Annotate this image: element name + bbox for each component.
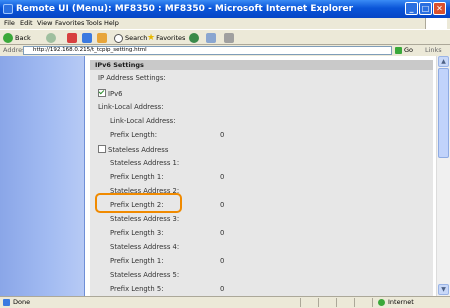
prefix-length-4-label: Prefix Length 1: [110, 257, 164, 265]
go-button[interactable]: Go [404, 45, 413, 56]
internet-zone-icon [378, 299, 385, 306]
star-icon: ★ [147, 33, 156, 43]
ipv6-checkbox[interactable] [98, 89, 106, 97]
stateless-address-checkbox[interactable] [98, 145, 106, 153]
prefix-length-label: Prefix Length: [110, 131, 158, 139]
status-text: Done [13, 298, 31, 306]
stateless-address-label: Stateless Address [108, 146, 169, 154]
prefix-length-3-value: 0 [220, 229, 225, 237]
search-icon [114, 33, 123, 43]
stop-button[interactable] [67, 32, 79, 44]
page-icon [3, 299, 10, 306]
menu-edit[interactable]: Edit [20, 18, 33, 29]
favorites-label: Favorites [156, 34, 186, 42]
prefix-length-1-value: 0 [220, 173, 225, 181]
window-title-bar: Remote UI (Menu): MF8350 : MF8350 - Micr… [0, 0, 450, 18]
security-zone: Internet [388, 298, 414, 306]
stateless-address-option: Stateless Address [98, 145, 168, 154]
print-icon [224, 33, 234, 43]
stateless-address-3-label: Stateless Address 3: [110, 215, 180, 223]
prefix-length-4-value: 0 [220, 257, 225, 265]
back-arrow-icon [3, 33, 13, 43]
stateless-address-highlight [95, 193, 182, 213]
prefix-length-5-label: Prefix Length 5: [110, 285, 164, 293]
page-viewport: IPv6 Settings IP Address Settings: IPv6 … [0, 56, 450, 296]
mail-button[interactable] [206, 32, 218, 44]
favorites-button[interactable]: ★Favorites [147, 32, 185, 44]
vertical-scrollbar[interactable]: ▲ ▼ [436, 56, 450, 296]
ipv6-settings-header: IPv6 Settings [90, 60, 433, 70]
close-button[interactable]: ✕ [433, 2, 446, 15]
window-title: Remote UI (Menu): MF8350 : MF8350 - Micr… [16, 4, 354, 14]
maximize-button[interactable]: □ [419, 2, 432, 15]
windows-logo [425, 18, 447, 29]
prefix-length-value: 0 [220, 131, 225, 139]
scroll-thumb[interactable] [438, 68, 449, 158]
search-button[interactable]: Search [114, 32, 147, 44]
settings-form: IP Address Settings: IPv6 Link-Local Add… [90, 70, 433, 296]
stateless-address-1-label: Stateless Address 1: [110, 159, 180, 167]
prefix-length-2-value: 0 [220, 201, 225, 209]
address-url: http://192.168.0.215/t_tcpip_setting.htm… [33, 47, 147, 53]
prefix-length-1-label: Prefix Length 1: [110, 173, 164, 181]
link-local-address-label: Link-Local Address: [110, 117, 176, 125]
ipv6-option: IPv6 [98, 89, 122, 98]
mail-icon [206, 33, 216, 43]
menu-favorites[interactable]: Favorites [55, 18, 84, 29]
toolbar: Back Search ★Favorites [0, 29, 450, 45]
menu-help[interactable]: Help [104, 18, 119, 29]
media-icon [189, 33, 199, 43]
refresh-button[interactable] [82, 32, 94, 44]
print-button[interactable] [224, 32, 236, 44]
ie-icon [3, 4, 13, 14]
refresh-icon [82, 33, 92, 43]
menu-tools[interactable]: Tools [86, 18, 102, 29]
stateless-address-4-label: Stateless Address 4: [110, 243, 180, 251]
forward-button[interactable] [46, 32, 58, 44]
link-local-section-label: Link-Local Address: [98, 103, 164, 111]
links-button[interactable]: Links [425, 45, 442, 56]
menu-view[interactable]: View [37, 18, 52, 29]
media-button[interactable] [189, 32, 201, 44]
home-icon [97, 33, 107, 43]
forward-arrow-icon [46, 33, 56, 43]
scroll-down-button[interactable]: ▼ [438, 284, 449, 295]
status-bar: Done Internet [0, 296, 450, 308]
ip-address-settings-label: IP Address Settings: [98, 74, 166, 82]
go-arrow-icon [395, 47, 402, 54]
menu-file[interactable]: File [4, 18, 15, 29]
back-button[interactable]: Back [3, 32, 31, 44]
search-label: Search [125, 34, 148, 42]
home-button[interactable] [97, 32, 109, 44]
menu-bar: File Edit View Favorites Tools Help [0, 18, 450, 29]
prefix-length-3-label: Prefix Length 3: [110, 229, 164, 237]
stateless-address-5-label: Stateless Address 5: [110, 271, 180, 279]
settings-content: IPv6 Settings IP Address Settings: IPv6 … [86, 56, 436, 296]
prefix-length-5-value: 0 [220, 285, 225, 293]
stop-icon [67, 33, 77, 43]
address-input[interactable]: http://192.168.0.215/t_tcpip_setting.htm… [23, 46, 392, 55]
address-bar: Address http://192.168.0.215/t_tcpip_set… [0, 45, 450, 56]
left-navigation-panel [0, 56, 85, 296]
back-label: Back [15, 34, 31, 42]
ipv6-label: IPv6 [108, 90, 123, 98]
minimize-button[interactable]: _ [405, 2, 418, 15]
scroll-up-button[interactable]: ▲ [438, 56, 449, 67]
